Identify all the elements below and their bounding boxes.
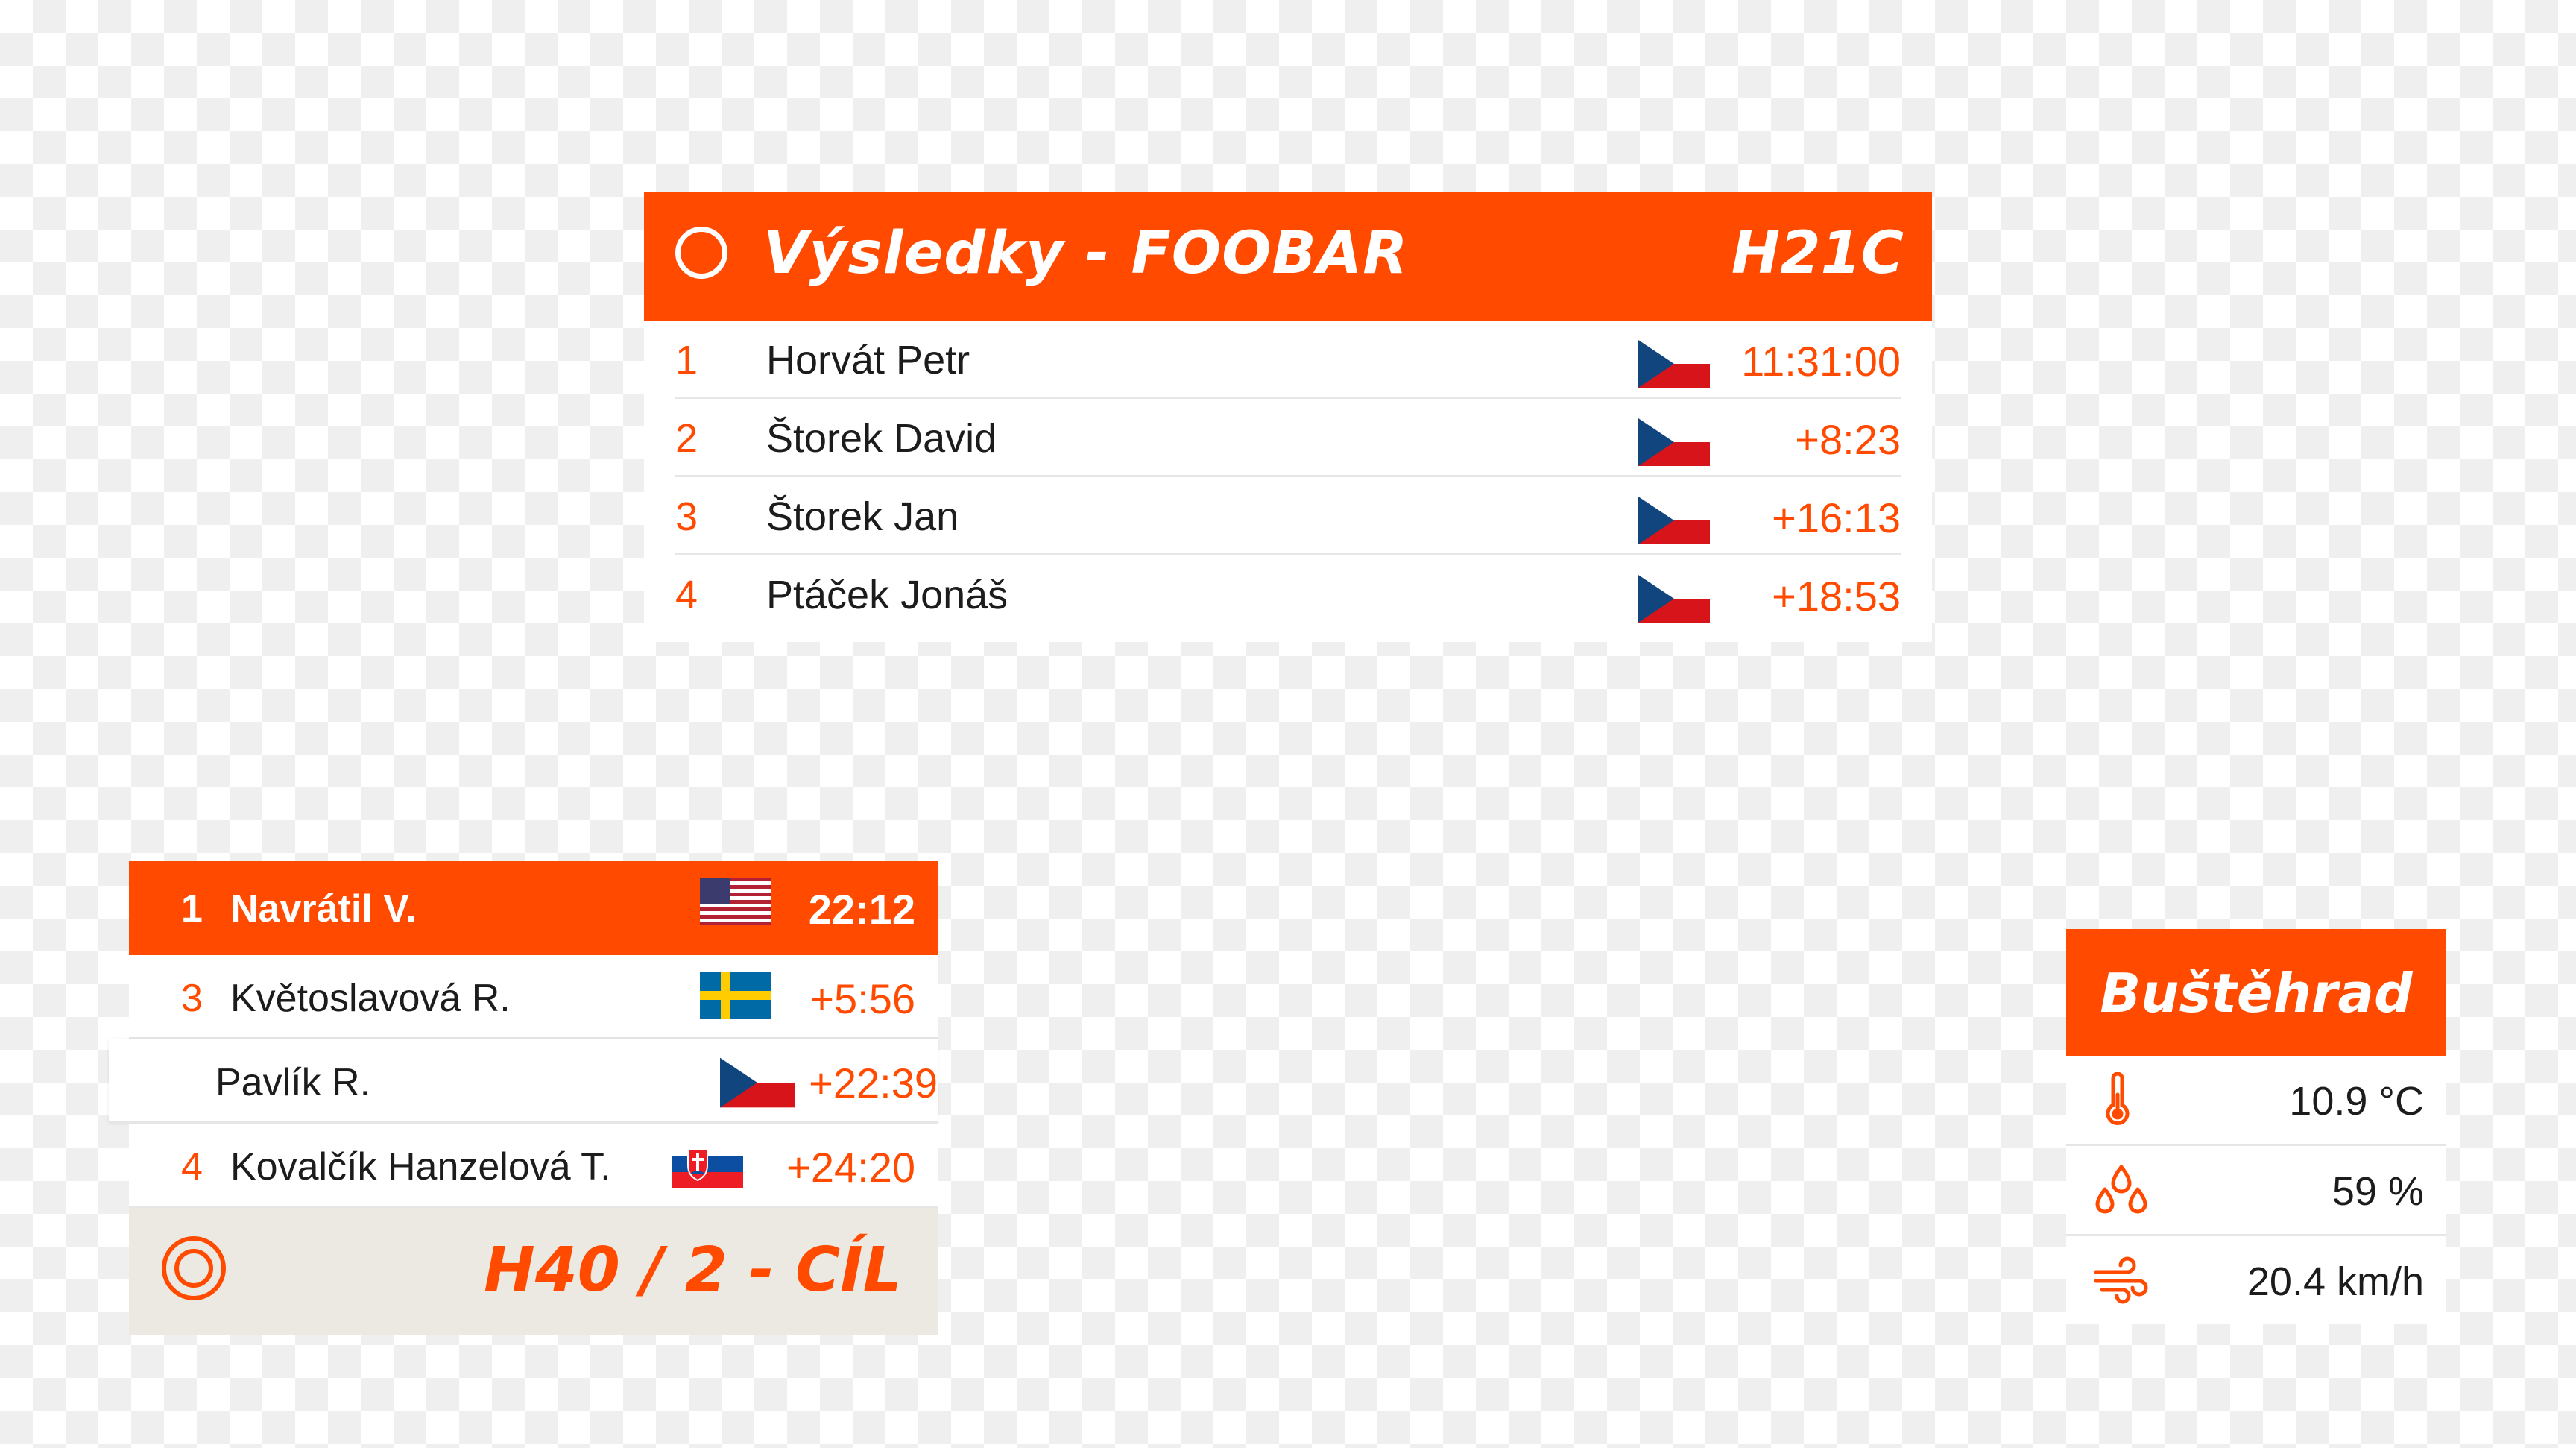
results-panel: Výsledky - FOOBAR H21C 1 Horvát Petr 11:… bbox=[644, 192, 1932, 642]
results-title: Výsledky - FOOBAR bbox=[763, 220, 1409, 287]
leader-name: Navrátil V. bbox=[230, 887, 417, 931]
result-rank: 4 bbox=[675, 573, 698, 617]
leader-time: 22:12 bbox=[808, 886, 915, 933]
weather-header: Buštěhrad bbox=[2066, 929, 2446, 1056]
leader-rank: 4 bbox=[181, 1145, 203, 1189]
thermometer-icon bbox=[2092, 1071, 2144, 1131]
weather-panel: Buštěhrad 10.9 °C 59 % 20.4 km/h bbox=[2066, 929, 2446, 1324]
result-time: +8:23 bbox=[1795, 416, 1901, 463]
sweden-flag-icon bbox=[700, 972, 771, 1023]
leader-name: Květoslavová R. bbox=[230, 977, 511, 1020]
result-row: 4 Ptáček Jonáš +18:53 bbox=[675, 555, 1901, 632]
result-rank: 3 bbox=[675, 494, 698, 539]
leader-name: Pavlík R. bbox=[215, 1061, 371, 1104]
temperature-value: 10.9 °C bbox=[2289, 1079, 2424, 1124]
wind-icon bbox=[2092, 1253, 2151, 1312]
weather-location: Buštěhrad bbox=[2100, 962, 2413, 1024]
result-time: +18:53 bbox=[1772, 573, 1901, 620]
leader-time: +5:56 bbox=[809, 975, 915, 1022]
czech-flag-icon bbox=[1638, 497, 1710, 548]
result-name: Štorek Jan bbox=[766, 494, 959, 539]
weather-row-wind: 20.4 km/h bbox=[2066, 1236, 2446, 1324]
result-row: 3 Štorek Jan +16:13 bbox=[675, 477, 1901, 555]
leader-row: 3 Květoslavová R. +5:56 bbox=[129, 955, 938, 1039]
results-list: 1 Horvát Petr 11:31:00 2 Štorek David +8… bbox=[644, 321, 1932, 642]
result-name: Ptáček Jonáš bbox=[766, 573, 1008, 617]
leader-time: +22:39 bbox=[809, 1060, 938, 1107]
leaderboard-panel: 1 Navrátil V. 22:12 3 Květoslavová R. +5… bbox=[109, 861, 938, 1335]
leader-footer: H40 / 2 - CÍL bbox=[129, 1208, 938, 1335]
result-name: Horvát Petr bbox=[766, 338, 970, 383]
wind-value: 20.4 km/h bbox=[2247, 1259, 2424, 1304]
usa-flag-icon bbox=[700, 878, 771, 929]
leader-time: +24:20 bbox=[786, 1144, 915, 1191]
leader-row: 4 Kovalčík Hanzelová T. +24:20 bbox=[129, 1124, 938, 1208]
result-row: 2 Štorek David +8:23 bbox=[675, 399, 1901, 477]
result-name: Štorek David bbox=[766, 416, 997, 461]
czech-flag-icon bbox=[1638, 575, 1710, 626]
circle-icon bbox=[675, 227, 727, 279]
czech-flag-icon bbox=[720, 1056, 795, 1113]
results-header: Výsledky - FOOBAR H21C bbox=[644, 192, 1932, 321]
leader-row-expanded: Pavlík R. +22:39 bbox=[109, 1039, 938, 1124]
leader-rank: 1 bbox=[181, 887, 203, 931]
czech-flag-icon bbox=[1638, 418, 1710, 470]
weather-row-humidity: 59 % bbox=[2066, 1146, 2446, 1236]
result-rank: 2 bbox=[675, 416, 698, 461]
slovakia-flag-icon bbox=[672, 1140, 743, 1192]
result-rank: 1 bbox=[675, 338, 698, 383]
leader-rank: 3 bbox=[181, 977, 203, 1020]
target-icon bbox=[162, 1236, 226, 1300]
droplets-icon bbox=[2092, 1162, 2151, 1221]
result-time: +16:13 bbox=[1772, 494, 1901, 541]
weather-row-temperature: 10.9 °C bbox=[2066, 1056, 2446, 1146]
czech-flag-icon bbox=[1638, 340, 1710, 391]
humidity-value: 59 % bbox=[2332, 1169, 2424, 1214]
result-row: 1 Horvát Petr 11:31:00 bbox=[675, 321, 1901, 399]
leader-name: Kovalčík Hanzelová T. bbox=[230, 1145, 611, 1189]
result-time: 11:31:00 bbox=[1741, 338, 1901, 385]
results-category: H21C bbox=[1731, 220, 1904, 287]
leader-row-highlighted: 1 Navrátil V. 22:12 bbox=[129, 861, 938, 955]
course-label: H40 / 2 - CÍL bbox=[484, 1235, 902, 1306]
